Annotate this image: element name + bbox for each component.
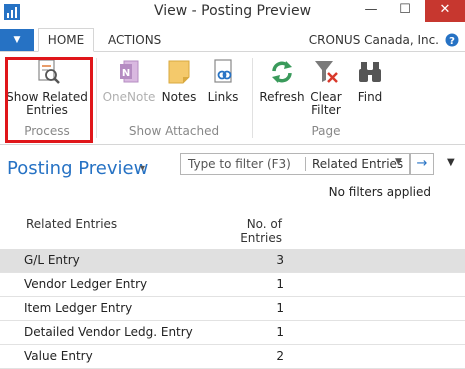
onenote-label: OneNote (102, 90, 156, 104)
company-name[interactable]: CRONUS Canada, Inc. (309, 29, 439, 51)
notes-button[interactable]: Notes (158, 58, 200, 104)
filter-divider (305, 157, 306, 171)
title-bar: View - Posting Preview — ☐ ✕ (0, 0, 465, 26)
table-row[interactable]: Vendor Ledger Entry 1 (0, 273, 465, 297)
table-row[interactable]: Item Ledger Entry 1 (0, 297, 465, 321)
filter-box: Type to filter (F3) Related Entries ▼ (180, 153, 410, 175)
notes-icon (168, 60, 190, 84)
clear-filter-icon (315, 61, 338, 83)
row-entry-name: G/L Entry (24, 253, 80, 267)
entries-table: G/L Entry 3 Vendor Ledger Entry 1 Item L… (0, 249, 465, 369)
refresh-label: Refresh (259, 90, 305, 104)
row-entry-name: Item Ledger Entry (24, 301, 133, 315)
find-button[interactable]: Find (350, 58, 390, 104)
apply-filter-arrow-button[interactable]: → (410, 153, 434, 175)
maximize-button[interactable]: ☐ (390, 0, 420, 22)
links-icon (214, 59, 232, 83)
column-header-no-of-entries[interactable]: No. of Entries (240, 217, 282, 245)
page-title-menu-chevron[interactable]: ▾ (140, 163, 145, 174)
row-entry-name: Detailed Vendor Ledg. Entry (24, 325, 193, 339)
expand-filter-pane-chevron[interactable]: ▼ (447, 157, 455, 168)
row-entry-count[interactable]: 3 (220, 253, 284, 267)
ribbon-separator (252, 58, 253, 138)
minimize-button[interactable]: — (356, 0, 386, 22)
column-header-related-entries[interactable]: Related Entries (26, 217, 117, 231)
annotation-highlight-box (5, 57, 93, 143)
tab-actions[interactable]: ACTIONS (108, 29, 161, 51)
row-entry-name: Vendor Ledger Entry (24, 277, 148, 291)
group-label-page: Page (311, 124, 341, 138)
find-label: Find (357, 90, 383, 104)
tab-home[interactable]: HOME (38, 28, 94, 52)
clear-filter-label: Clear Filter (310, 90, 342, 117)
links-label: Links (207, 90, 239, 104)
refresh-icon (272, 61, 292, 83)
row-entry-count[interactable]: 1 (220, 301, 284, 315)
group-label-show-attached: Show Attached (128, 124, 220, 138)
ribbon-separator (96, 58, 97, 138)
file-menu-button[interactable]: ▼ (0, 29, 34, 51)
refresh-button[interactable]: Refresh (258, 58, 306, 104)
links-button[interactable]: Links (202, 58, 244, 104)
row-entry-count[interactable]: 1 (220, 325, 284, 339)
onenote-icon: N (120, 60, 139, 83)
help-icon[interactable]: ? (445, 33, 459, 47)
help-glyph: ? (449, 36, 455, 47)
close-button[interactable]: ✕ (425, 0, 465, 22)
onenote-button[interactable]: N OneNote (102, 58, 156, 104)
filter-field-chevron-icon[interactable]: ▼ (395, 157, 402, 167)
ribbon-tab-bar: ▼ HOME ACTIONS CRONUS Canada, Inc. ? (0, 28, 465, 52)
page-title: Posting Preview (7, 158, 149, 179)
filter-field-select[interactable]: Related Entries (312, 157, 403, 171)
table-row[interactable]: G/L Entry 3 (0, 249, 465, 273)
notes-label: Notes (161, 90, 197, 104)
svg-text:N: N (122, 68, 130, 79)
table-row[interactable]: Value Entry 2 (0, 345, 465, 369)
filter-status: No filters applied (328, 185, 431, 199)
clear-filter-button[interactable]: Clear Filter (306, 58, 346, 117)
row-entry-count[interactable]: 1 (220, 277, 284, 291)
table-row[interactable]: Detailed Vendor Ledg. Entry 1 (0, 321, 465, 345)
filter-input[interactable]: Type to filter (F3) (188, 157, 291, 171)
row-entry-name: Value Entry (24, 349, 93, 363)
row-entry-count[interactable]: 2 (220, 349, 284, 363)
binoculars-icon (359, 62, 381, 82)
